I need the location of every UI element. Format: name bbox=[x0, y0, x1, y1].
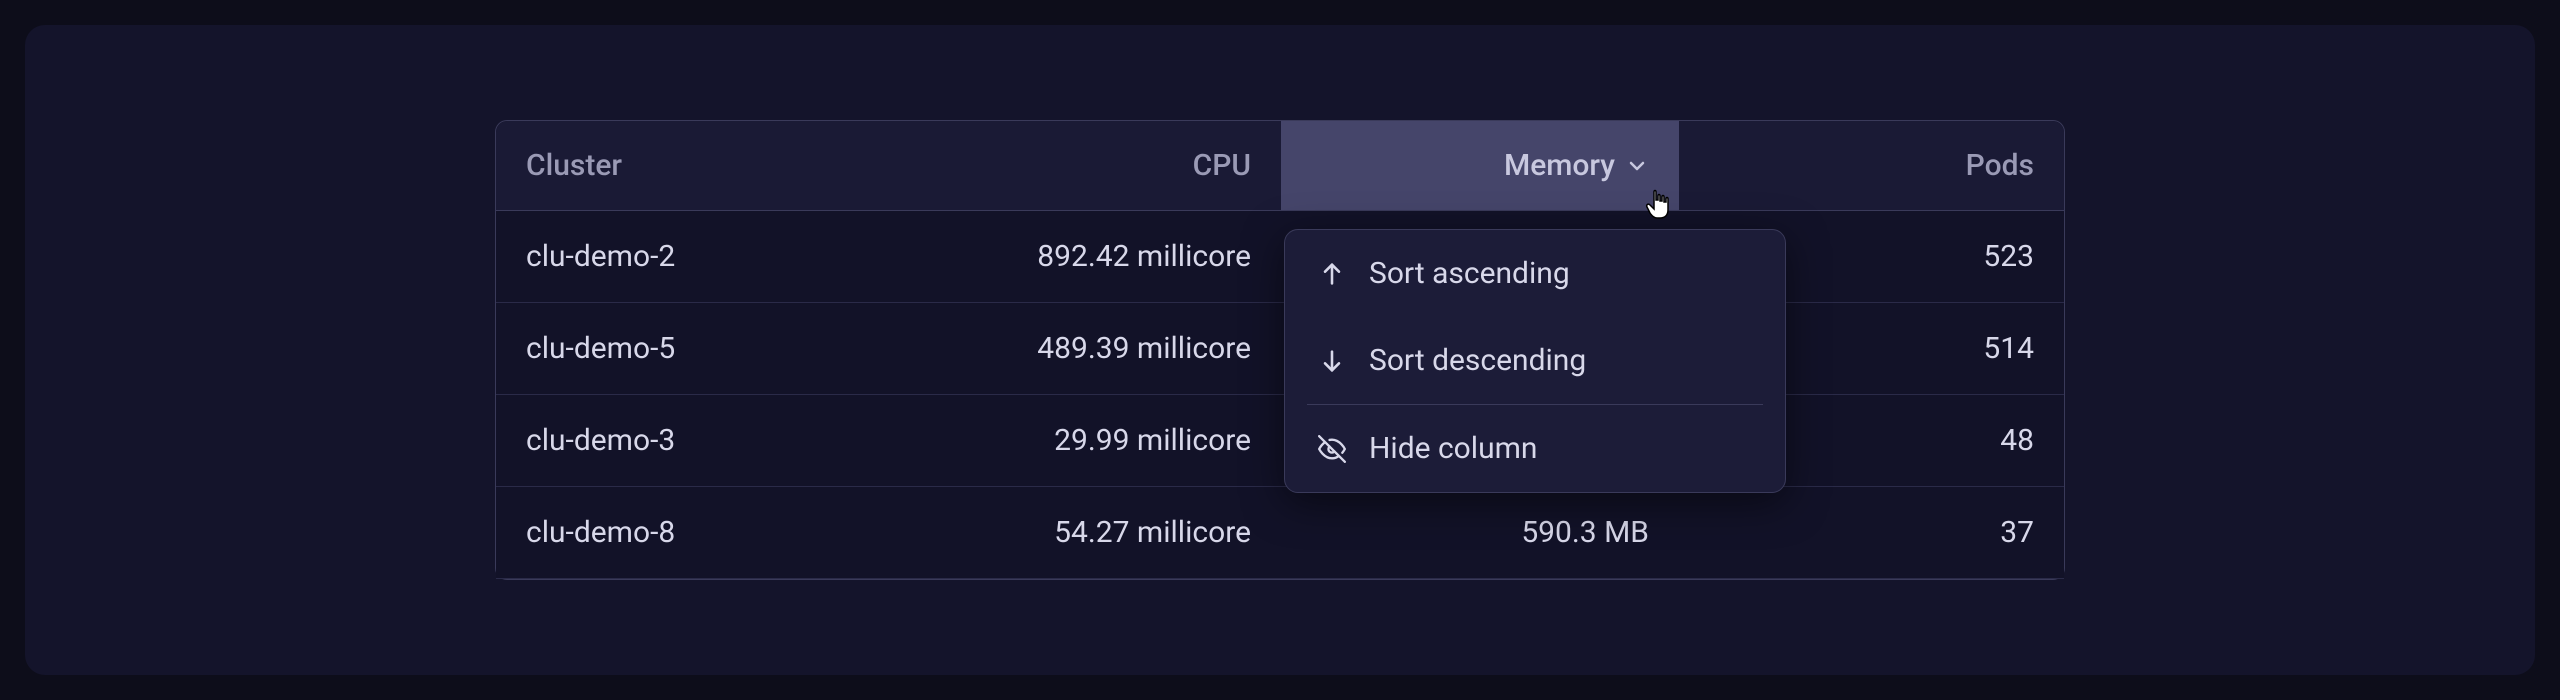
sort-descending-option[interactable]: Sort descending bbox=[1285, 317, 1785, 404]
column-header-cluster[interactable]: Cluster bbox=[496, 148, 876, 183]
hide-column-label: Hide column bbox=[1369, 431, 1538, 466]
table-header-row: Cluster CPU Memory Pods bbox=[496, 121, 2064, 211]
panel: Cluster CPU Memory Pods clu-demo-2 892.4… bbox=[25, 25, 2535, 675]
cell-pods: 37 bbox=[1679, 515, 2064, 550]
table-row[interactable]: clu-demo-2 892.42 millicore 523 bbox=[496, 211, 2064, 303]
table-row[interactable]: clu-demo-8 54.27 millicore 590.3 MB 37 bbox=[496, 487, 2064, 579]
sort-descending-label: Sort descending bbox=[1369, 343, 1586, 378]
arrow-up-icon bbox=[1317, 259, 1347, 289]
arrow-down-icon bbox=[1317, 346, 1347, 376]
sort-ascending-label: Sort ascending bbox=[1369, 256, 1570, 291]
hide-column-option[interactable]: Hide column bbox=[1285, 405, 1785, 492]
cell-cluster: clu-demo-2 bbox=[496, 239, 876, 274]
cell-cluster: clu-demo-8 bbox=[496, 515, 876, 550]
column-header-memory-label: Memory bbox=[1504, 148, 1615, 183]
sort-ascending-option[interactable]: Sort ascending bbox=[1285, 230, 1785, 317]
table-row[interactable]: clu-demo-5 489.39 millicore 514 bbox=[496, 303, 2064, 395]
chevron-down-icon bbox=[1625, 154, 1649, 178]
cell-cpu: 29.99 millicore bbox=[876, 423, 1281, 458]
table-row[interactable]: clu-demo-3 29.99 millicore 48 bbox=[496, 395, 2064, 487]
column-header-pods[interactable]: Pods bbox=[1679, 148, 2064, 183]
clusters-table: Cluster CPU Memory Pods clu-demo-2 892.4… bbox=[495, 120, 2065, 580]
column-header-memory[interactable]: Memory bbox=[1281, 121, 1679, 210]
cell-cpu: 54.27 millicore bbox=[876, 515, 1281, 550]
cell-cluster: clu-demo-3 bbox=[496, 423, 876, 458]
cell-cpu: 489.39 millicore bbox=[876, 331, 1281, 366]
cell-cluster: clu-demo-5 bbox=[496, 331, 876, 366]
cell-cpu: 892.42 millicore bbox=[876, 239, 1281, 274]
pointer-cursor-icon bbox=[1645, 188, 1673, 220]
cell-memory: 590.3 MB bbox=[1281, 515, 1679, 550]
column-header-cpu[interactable]: CPU bbox=[876, 148, 1281, 183]
eye-off-icon bbox=[1317, 434, 1347, 464]
column-menu-dropdown: Sort ascending Sort descending Hide colu… bbox=[1284, 229, 1786, 493]
